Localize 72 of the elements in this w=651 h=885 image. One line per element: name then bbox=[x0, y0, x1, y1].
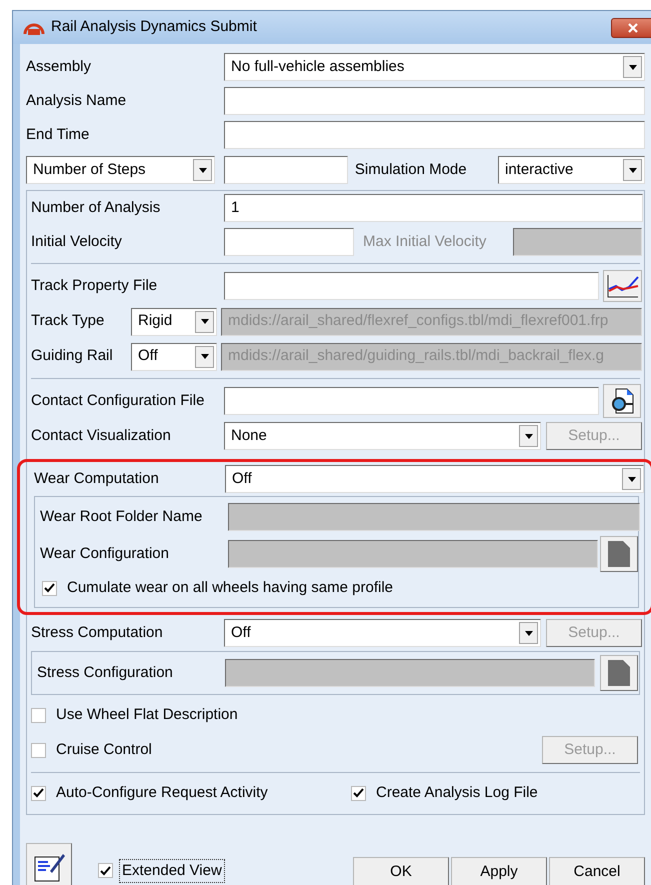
field-label: Max Initial Velocity bbox=[363, 232, 488, 252]
caret-icon bbox=[524, 630, 532, 636]
field-label: Contact Visualization bbox=[31, 426, 172, 446]
field-label: Initial Velocity bbox=[31, 232, 123, 252]
dropdown[interactable]: Number of Steps bbox=[26, 156, 215, 184]
field-label: End Time bbox=[26, 124, 90, 145]
input-field[interactable] bbox=[224, 228, 354, 256]
dropdown-arrow-button[interactable] bbox=[623, 159, 642, 181]
checkbox-label: Use Wheel Flat Description bbox=[56, 704, 238, 725]
field-label: Number of Analysis bbox=[31, 198, 162, 218]
checkbox[interactable] bbox=[98, 863, 113, 878]
caret-icon bbox=[200, 319, 208, 324]
checkbox[interactable] bbox=[31, 786, 46, 800]
chart-button[interactable] bbox=[603, 270, 642, 302]
checkbox-label: Create Analysis Log File bbox=[376, 782, 538, 803]
dropdown[interactable]: No full-vehicle assemblies bbox=[224, 53, 645, 81]
checkbox[interactable] bbox=[351, 786, 366, 800]
checkbox-label: Auto-Configure Request Activity bbox=[56, 782, 268, 803]
field-label: Contact Configuration File bbox=[31, 390, 206, 411]
dropdown-arrow-button[interactable] bbox=[195, 346, 214, 368]
dropdown-arrow-button[interactable] bbox=[193, 159, 212, 181]
checkmark-icon bbox=[44, 583, 55, 593]
checkbox-label: Cruise Control bbox=[56, 740, 152, 760]
input-field[interactable] bbox=[224, 121, 645, 149]
file-browse-button[interactable] bbox=[603, 384, 641, 418]
checkbox[interactable] bbox=[31, 742, 46, 758]
field-label: Stress Computation bbox=[31, 622, 164, 643]
field-label: Track Type bbox=[31, 311, 106, 332]
input-field[interactable]: 1 bbox=[224, 194, 643, 222]
checkbox-label: Extended View bbox=[119, 858, 225, 883]
input-field[interactable] bbox=[224, 156, 348, 184]
dropdown-arrow-button[interactable] bbox=[519, 622, 538, 644]
field-label: Analysis Name bbox=[26, 90, 128, 111]
input-field[interactable] bbox=[224, 272, 599, 300]
close-icon bbox=[628, 22, 638, 32]
field-label: Wear Root Folder Name bbox=[40, 506, 204, 527]
input-field[interactable] bbox=[513, 228, 642, 256]
close-button[interactable] bbox=[611, 18, 651, 38]
dropdown-arrow-button[interactable] bbox=[519, 425, 538, 447]
input-field[interactable] bbox=[224, 87, 645, 115]
document-icon bbox=[606, 540, 632, 568]
dialog-button[interactable]: OK bbox=[353, 857, 449, 885]
notes-button[interactable] bbox=[26, 843, 72, 885]
field-label: Stress Configuration bbox=[37, 662, 174, 683]
checkbox[interactable] bbox=[31, 708, 46, 722]
checkmark-icon bbox=[353, 788, 364, 798]
caret-icon bbox=[628, 168, 636, 172]
field-label: Wear Computation bbox=[34, 468, 160, 489]
field-label: Assembly bbox=[26, 56, 92, 77]
dropdown[interactable]: None bbox=[224, 422, 541, 450]
field-label: Simulation Mode bbox=[354, 160, 468, 180]
checkmark-icon bbox=[100, 866, 111, 876]
document-icon bbox=[606, 659, 632, 687]
field-label: Wear Configuration bbox=[40, 544, 170, 564]
dialog-button[interactable]: Apply bbox=[451, 857, 547, 885]
caret-icon bbox=[628, 64, 636, 70]
caret-icon bbox=[628, 476, 636, 482]
dropdown[interactable]: interactive bbox=[498, 156, 645, 184]
line-chart-icon bbox=[606, 273, 640, 299]
checkmark-icon bbox=[33, 788, 44, 798]
field-label: Track Property File bbox=[31, 276, 158, 296]
checkbox-label: Cumulate wear on all wheels having same profile bbox=[67, 578, 394, 598]
caret-icon bbox=[524, 434, 532, 438]
dialog-button[interactable]: Cancel bbox=[549, 857, 645, 885]
field-label: Guiding Rail bbox=[31, 346, 114, 366]
caret-icon bbox=[198, 168, 206, 172]
dropdown-arrow-button[interactable] bbox=[195, 310, 214, 332]
dropdown-arrow-button[interactable] bbox=[623, 56, 642, 78]
caret-icon bbox=[200, 354, 208, 359]
document-magnifier-icon bbox=[610, 388, 634, 414]
window-title: Rail Analysis Dynamics Submit bbox=[51, 17, 257, 38]
input-field[interactable] bbox=[224, 387, 599, 415]
